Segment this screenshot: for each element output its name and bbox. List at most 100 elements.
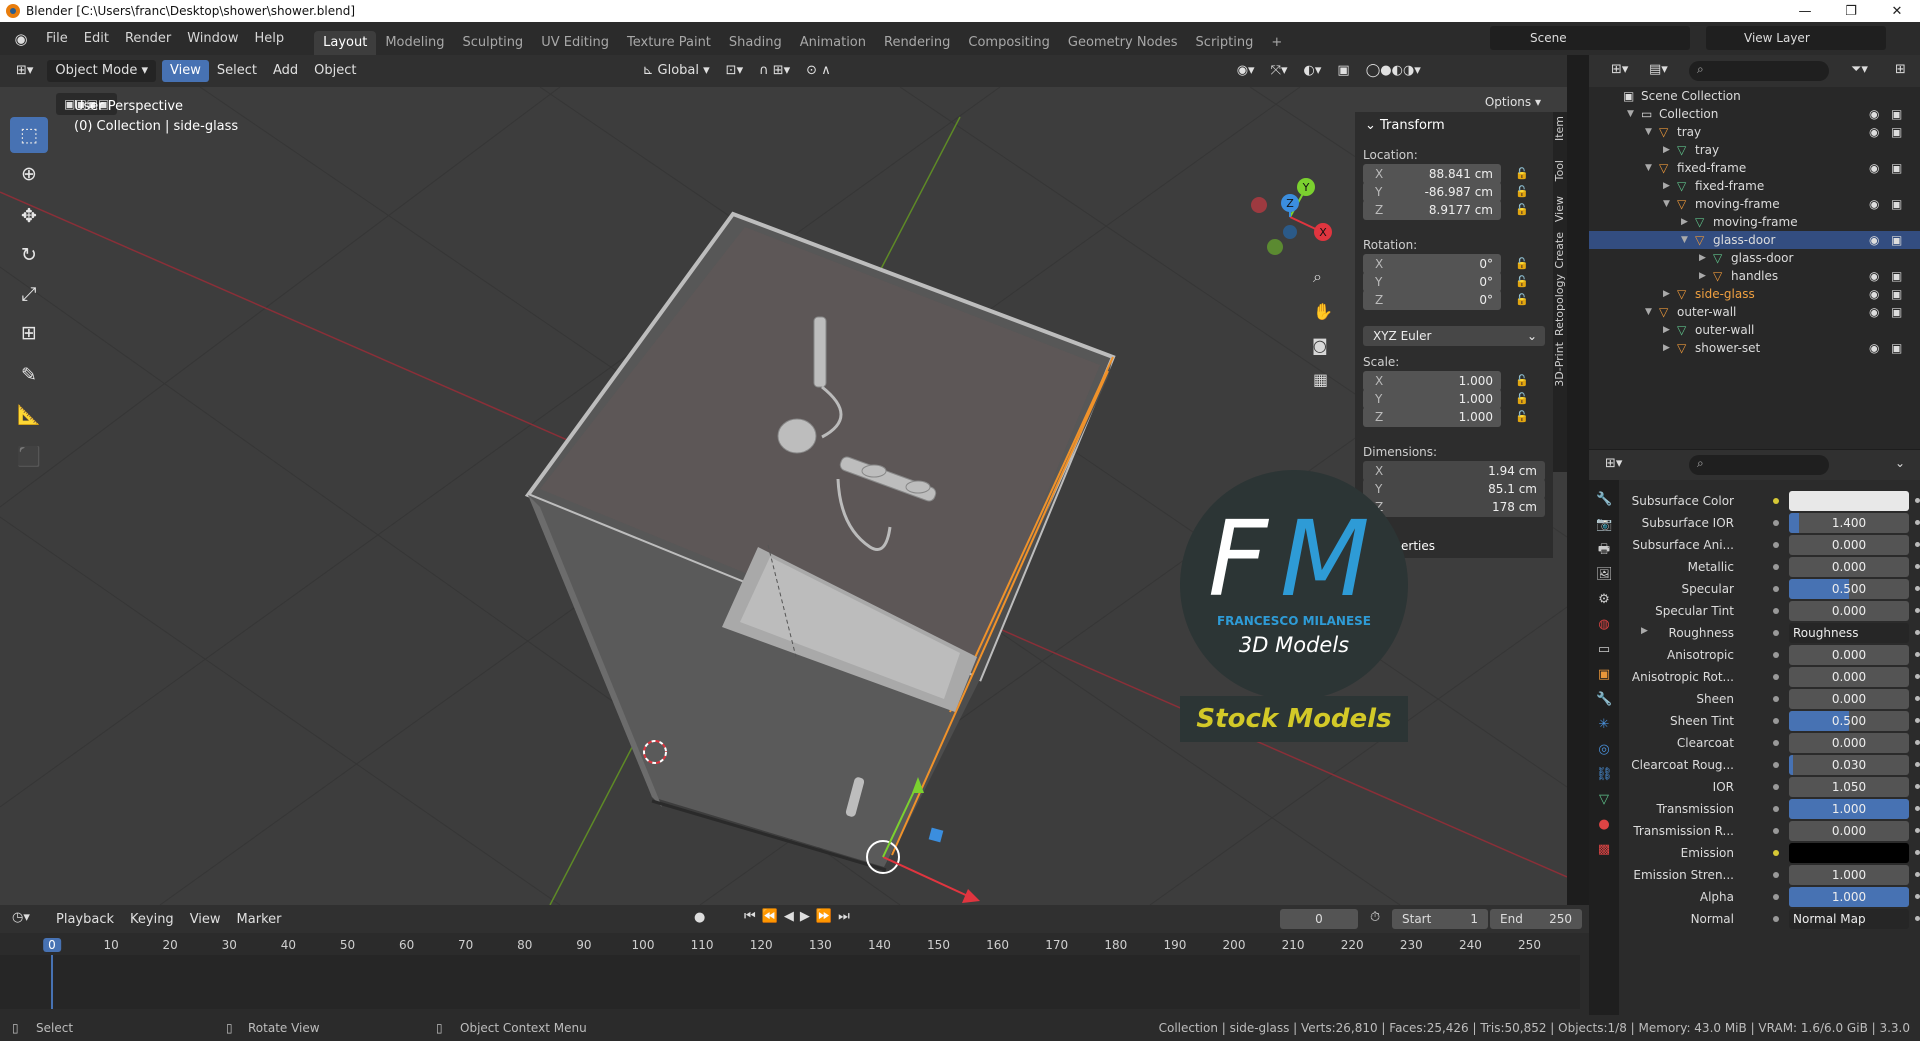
location-y-field[interactable]: Y -86.987 cm: [1363, 182, 1501, 202]
render-camera-icon[interactable]: ▣: [1891, 285, 1902, 303]
render-icon[interactable]: 📷: [1596, 517, 1612, 533]
socket-icon[interactable]: [1773, 718, 1779, 724]
keyframe-dot-icon[interactable]: [1915, 828, 1920, 833]
viewport-menu-object[interactable]: Object: [306, 60, 364, 82]
pan-hand-icon[interactable]: ✋: [1313, 302, 1333, 321]
visibility-icon[interactable]: ◉▾: [1229, 60, 1263, 82]
render-camera-icon[interactable]: ▣: [1891, 159, 1902, 177]
blender-menu-icon[interactable]: ◉: [12, 30, 30, 48]
chevron-down-icon[interactable]: ⌄: [1895, 456, 1905, 470]
close-button[interactable]: ✕: [1874, 0, 1920, 22]
properties-editor-icon[interactable]: ⊞▾: [1605, 456, 1622, 471]
property-value-field[interactable]: 1.000: [1789, 799, 1909, 819]
sidebar-tab-tool[interactable]: Tool: [1553, 160, 1567, 181]
keyframe-dot-icon[interactable]: [1915, 652, 1920, 657]
outliner-item-tray[interactable]: ▼ ▽ tray ◉ ▣: [1589, 123, 1920, 141]
outliner-item-outer-wall[interactable]: ▼ ▽ outer-wall ◉ ▣: [1589, 303, 1920, 321]
lock-icon[interactable]: 🔓: [1515, 185, 1529, 199]
rotation-z-field[interactable]: Z 0°: [1363, 290, 1501, 310]
tab-animation[interactable]: Animation: [791, 31, 875, 55]
orientation-dropdown[interactable]: ⊾ Global ▾: [634, 60, 717, 82]
rotation-x-field[interactable]: X 0°: [1363, 254, 1501, 274]
keyframe-dot-icon[interactable]: [1915, 872, 1920, 877]
menu-window[interactable]: Window: [179, 27, 246, 51]
lock-icon[interactable]: 🔓: [1515, 392, 1529, 406]
socket-icon[interactable]: [1773, 806, 1779, 812]
keyframe-dot-icon[interactable]: [1915, 608, 1920, 613]
lock-icon[interactable]: 🔓: [1515, 410, 1529, 424]
expand-toggle-icon[interactable]: ▼: [1645, 159, 1652, 177]
shading-modes-icon[interactable]: ◯●◐◑▾: [1358, 60, 1429, 82]
socket-icon[interactable]: [1773, 762, 1779, 768]
visibility-eye-icon[interactable]: ◉: [1869, 339, 1879, 357]
expand-toggle-icon[interactable]: ▶: [1663, 141, 1670, 159]
transform-icon[interactable]: ⊞: [10, 315, 48, 351]
visibility-eye-icon[interactable]: ◉: [1869, 159, 1879, 177]
expand-toggle-icon[interactable]: ▶: [1663, 285, 1670, 303]
snap-icon[interactable]: ∩ ⊞▾: [751, 60, 798, 82]
rotation-y-field[interactable]: Y 0°: [1363, 272, 1501, 292]
menu-file[interactable]: File: [38, 27, 76, 51]
expand-toggle-icon[interactable]: ▼: [1663, 195, 1670, 213]
timeline-menu-keying[interactable]: Keying: [122, 909, 182, 931]
zoom-icon[interactable]: ⌕: [1313, 267, 1322, 286]
tab-scripting[interactable]: Scripting: [1187, 31, 1263, 55]
tool-icon[interactable]: 🔧: [1596, 492, 1612, 508]
visibility-eye-icon[interactable]: ◉: [1869, 285, 1879, 303]
socket-icon[interactable]: [1773, 542, 1779, 548]
socket-icon[interactable]: [1773, 674, 1779, 680]
viewport-menu-view[interactable]: View: [162, 60, 209, 82]
gizmo-toggle-icon[interactable]: ⤧▾: [1263, 60, 1296, 82]
sidebar-tab-view[interactable]: View: [1553, 196, 1567, 222]
playhead[interactable]: [51, 955, 53, 1009]
keyframe-dot-icon[interactable]: [1915, 520, 1920, 525]
expand-toggle-icon[interactable]: ▼: [1645, 303, 1652, 321]
keyframe-dot-icon[interactable]: [1915, 784, 1920, 789]
particles-icon[interactable]: ✳: [1596, 717, 1612, 733]
socket-icon[interactable]: [1773, 630, 1779, 636]
timeline-area[interactable]: [0, 955, 1580, 1009]
viewport-menu-select[interactable]: Select: [209, 60, 265, 82]
navigation-gizmo[interactable]: Y Z X: [1251, 178, 1332, 255]
socket-icon[interactable]: [1773, 850, 1779, 856]
rotation-mode-dropdown[interactable]: XYZ Euler ⌄: [1363, 326, 1545, 346]
keyframe-dot-icon[interactable]: [1915, 740, 1920, 745]
timeline-editor-icon[interactable]: ◷▾: [12, 910, 30, 925]
texture-icon[interactable]: ▩: [1596, 842, 1612, 858]
expand-toggle-icon[interactable]: ▶: [1681, 213, 1688, 231]
property-value-field[interactable]: 0.000: [1789, 645, 1909, 665]
outliner-item-side-glass[interactable]: ▶ ▽ side-glass ◉ ▣: [1589, 285, 1920, 303]
scene-icon[interactable]: ⚙: [1596, 592, 1612, 608]
proportional-edit-icon[interactable]: ⊙ ∧: [798, 60, 839, 82]
property-value-field[interactable]: [1789, 843, 1909, 863]
timeline-menu-playback[interactable]: Playback: [48, 909, 122, 931]
maximize-button[interactable]: ❐: [1828, 0, 1874, 22]
keyframe-dot-icon[interactable]: [1915, 630, 1920, 635]
cursor-icon[interactable]: ⊕: [10, 156, 48, 192]
overlay-toggle-icon[interactable]: ◐▾: [1296, 60, 1330, 82]
tab-shading[interactable]: Shading: [720, 31, 791, 55]
data-icon[interactable]: ▽: [1596, 792, 1612, 808]
property-value-field[interactable]: 0.000: [1789, 601, 1909, 621]
expand-toggle-icon[interactable]: ▶: [1699, 249, 1706, 267]
object-icon[interactable]: ▣: [1596, 667, 1612, 683]
keyframe-dot-icon[interactable]: [1915, 806, 1920, 811]
tab-uv-editing[interactable]: UV Editing: [532, 31, 618, 55]
visibility-eye-icon[interactable]: ◉: [1869, 195, 1879, 213]
modifier-icon[interactable]: 🔧: [1596, 692, 1612, 708]
keyframe-dot-icon[interactable]: [1915, 542, 1920, 547]
outliner-item-shower-set[interactable]: ▶ ▽ shower-set ◉ ▣: [1589, 339, 1920, 357]
outliner-item-handles[interactable]: ▶ ▽ handles ◉ ▣: [1589, 267, 1920, 285]
lock-icon[interactable]: 🔓: [1515, 167, 1529, 181]
location-x-field[interactable]: X 88.841 cm: [1363, 164, 1501, 184]
tab-layout[interactable]: Layout: [314, 31, 377, 55]
move-icon[interactable]: ✥: [10, 198, 48, 234]
socket-icon[interactable]: [1773, 696, 1779, 702]
property-value-field[interactable]: 1.000: [1789, 865, 1909, 885]
expand-toggle-icon[interactable]: ▶: [1663, 321, 1670, 339]
outliner-search-input[interactable]: ⌕: [1689, 61, 1829, 81]
outliner-item-scene-collection[interactable]: ▣ Scene Collection: [1589, 87, 1920, 105]
tab-compositing[interactable]: Compositing: [959, 31, 1059, 55]
socket-icon[interactable]: [1773, 608, 1779, 614]
outliner-item-glass-door[interactable]: ▶ ▽ glass-door: [1589, 249, 1920, 267]
